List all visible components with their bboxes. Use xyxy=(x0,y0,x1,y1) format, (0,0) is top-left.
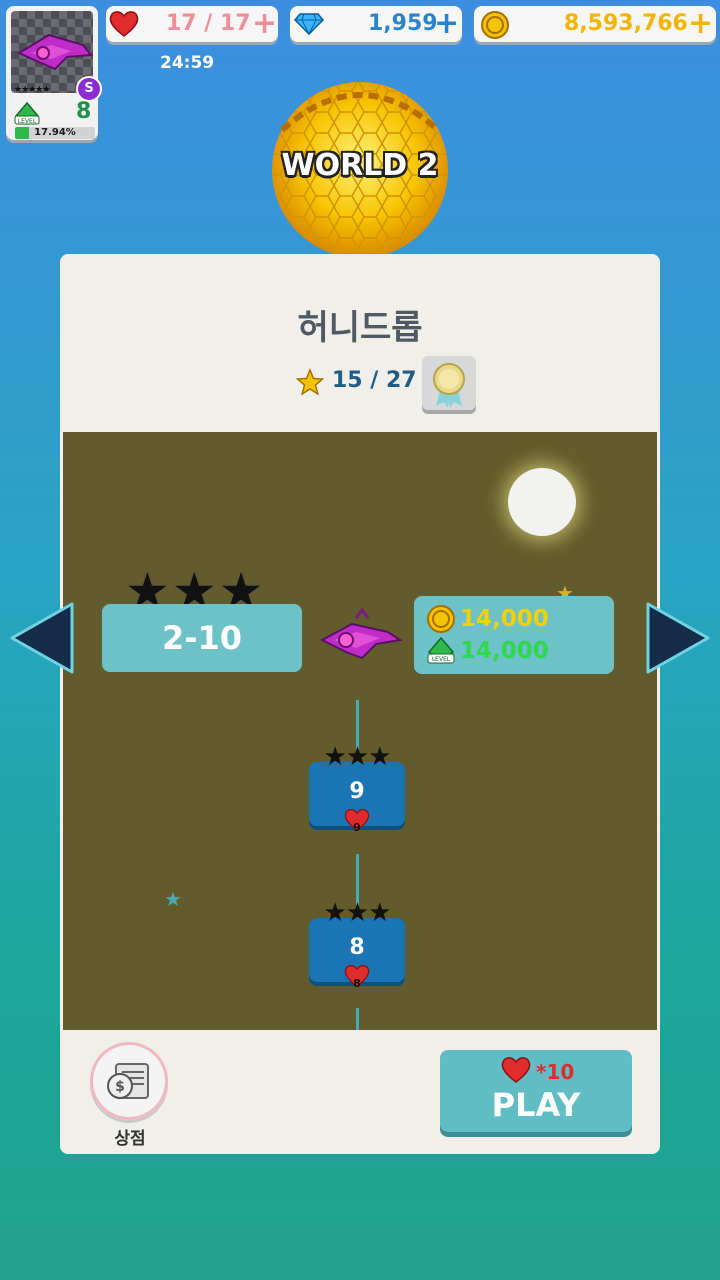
stage-node-cost: 8 xyxy=(343,964,371,992)
medal-reward-button[interactable] xyxy=(422,356,476,410)
coin-icon xyxy=(427,605,455,633)
stage-node-number: 8 xyxy=(349,935,365,960)
add-coins-icon[interactable]: + xyxy=(688,9,713,39)
heart-icon xyxy=(109,11,139,37)
xp-progress-bar: 17.94% xyxy=(15,127,95,139)
next-world-arrow-icon[interactable] xyxy=(644,600,712,676)
stage-node-stars: ★★★ xyxy=(323,742,392,772)
diamond-icon xyxy=(294,13,324,35)
stage-node-cost-value: 8 xyxy=(353,977,361,990)
current-stage-card[interactable]: 2-10 xyxy=(102,604,302,672)
moon xyxy=(508,468,576,536)
level-gem-icon: LEVEL xyxy=(427,636,455,664)
stage-node[interactable]: ★★★ 9 9 xyxy=(309,742,405,834)
play-cost-value: *10 xyxy=(536,1060,575,1084)
shop-coin-icon: $ xyxy=(107,1063,149,1099)
player-level: 8 xyxy=(76,99,92,124)
reward-xp: LEVEL 14,000 xyxy=(426,636,549,666)
star-score-text: 15 / 27 xyxy=(332,368,417,393)
level-gem-label: LEVEL xyxy=(432,656,451,663)
shop-button[interactable]: $ xyxy=(90,1042,168,1120)
avatar-stars: ★★★★★ xyxy=(14,85,50,95)
stage-node-number: 9 xyxy=(349,779,365,804)
stage-panel: 허니드롭 15 / 27 ★ ★ ★★★ 2-10 14,000 LEVEL 1… xyxy=(60,254,660,1154)
hearts-value: 17 / 17 xyxy=(166,11,251,36)
heart-icon xyxy=(501,1057,531,1083)
player-avatar-card[interactable]: ★★★★★ S LEVEL 8 17.94% xyxy=(6,6,102,140)
medal-icon xyxy=(433,363,465,408)
add-gems-icon[interactable]: + xyxy=(434,9,459,39)
play-cost: *10 xyxy=(500,1056,574,1086)
reward-coins-value: 14,000 xyxy=(460,606,549,632)
coin-icon xyxy=(481,11,509,39)
decor-star-icon: ★ xyxy=(164,887,182,911)
level-gem-label: LEVEL xyxy=(18,118,37,125)
hearts-counter[interactable]: 17 / 17 + xyxy=(106,6,278,42)
path-line xyxy=(356,1008,359,1030)
gold-star-icon xyxy=(295,368,325,396)
level-gem-icon: LEVEL xyxy=(14,102,40,125)
prev-world-arrow-icon[interactable] xyxy=(8,600,76,676)
xp-percent: 17.94% xyxy=(34,127,76,138)
gems-counter[interactable]: 1,959 + xyxy=(290,6,462,42)
player-ship-icon xyxy=(319,607,403,660)
reward-xp-value: 14,000 xyxy=(460,638,549,664)
stage-node-stars: ★★★ xyxy=(323,898,392,928)
gems-value: 1,959 xyxy=(368,11,438,36)
coins-value: 8,593,766 xyxy=(564,11,688,36)
shop-label: 상점 xyxy=(114,1129,146,1149)
stage-node-cost: 9 xyxy=(343,808,371,836)
stage-reward-card: 14,000 LEVEL 14,000 xyxy=(414,596,614,674)
play-label: PLAY xyxy=(491,1086,581,1124)
play-button[interactable]: *10 PLAY xyxy=(440,1050,632,1132)
stage-node-cost-value: 9 xyxy=(353,821,361,834)
add-hearts-icon[interactable]: + xyxy=(252,9,277,39)
reward-coins: 14,000 xyxy=(426,604,549,634)
heart-refill-timer: 24:59 xyxy=(160,53,215,73)
stage-node[interactable]: ★★★ 8 8 xyxy=(309,898,405,990)
star-score: 15 / 27 xyxy=(295,368,417,398)
world-title: WORLD 2 xyxy=(281,148,439,183)
stage-map: ★ ★ ★★★ 2-10 14,000 LEVEL 14,000 ★★★ 9 9… xyxy=(63,432,657,1030)
stage-name: 허니드롭 xyxy=(297,308,423,348)
svg-text:$: $ xyxy=(115,1079,125,1095)
coins-counter[interactable]: 8,593,766 + xyxy=(474,6,716,42)
